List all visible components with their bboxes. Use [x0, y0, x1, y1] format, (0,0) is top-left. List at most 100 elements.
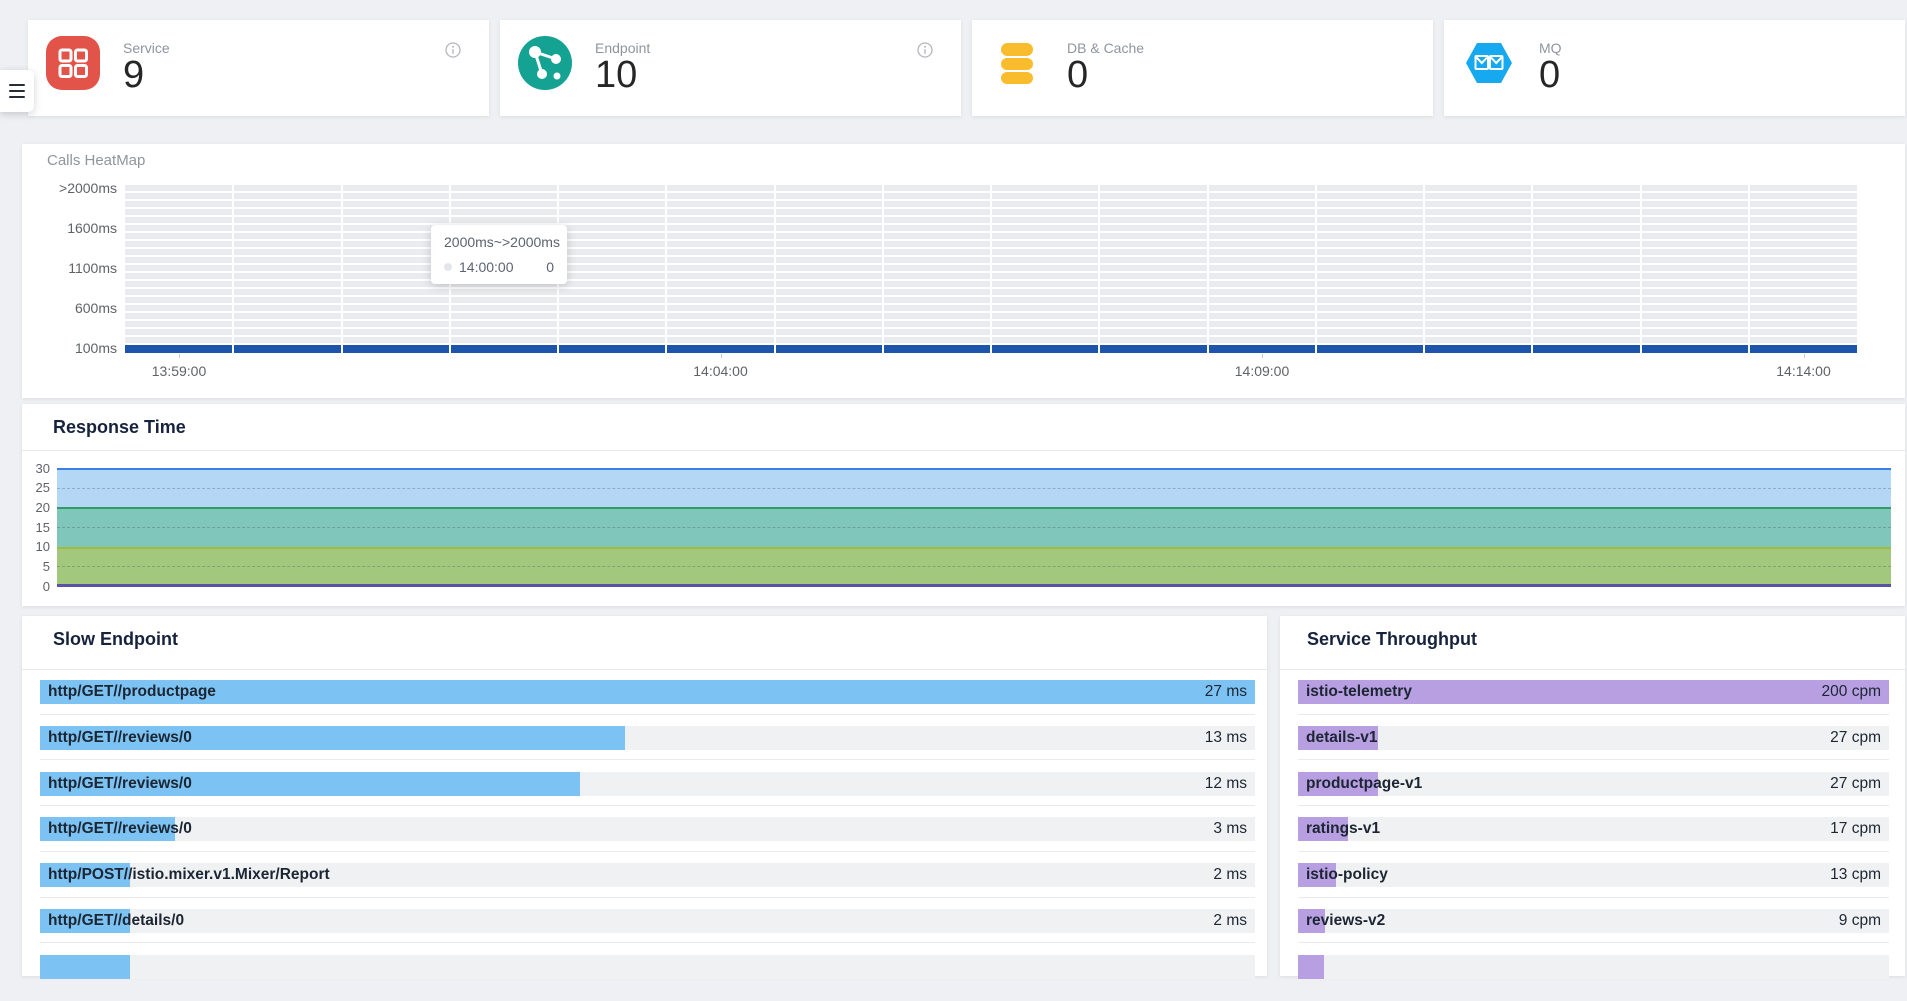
slow-endpoint-title: Slow Endpoint	[53, 629, 178, 650]
bar	[40, 680, 1255, 704]
axis-tick	[721, 354, 722, 358]
bar-label: http/POST//istio.mixer.v1.Mixer/Report	[48, 863, 330, 887]
dashboard-page: { "page": { "background": "#eef0f3" }, "…	[0, 0, 1907, 958]
bar-value: 13 cpm	[1830, 863, 1881, 887]
service-throughput-panel: Service Throughput istio-telemetry 200 cp…	[1280, 616, 1905, 976]
heatmap-column-gap	[341, 185, 343, 353]
heatmap-column-gap	[1098, 185, 1100, 353]
service-row: details-v1 27 cpm	[1298, 726, 1889, 750]
gridline	[57, 488, 1891, 489]
heatmap-y-label: 100ms	[22, 340, 117, 356]
heatmap-x-label: 14:09:00	[1202, 363, 1322, 379]
axis-tick	[1804, 354, 1805, 358]
gridline	[57, 566, 1891, 567]
endpoint-row: http/GET//reviews/012 ms	[40, 772, 1255, 796]
service-grid-icon	[46, 36, 100, 90]
bar-label: reviews-v2	[1306, 909, 1385, 933]
service-row: istio-telemetry 200 cpm	[1298, 680, 1889, 704]
divider	[22, 669, 1267, 670]
bar-label: http/GET//details/0	[48, 909, 184, 933]
service-row: ratings-v1 17 cpm	[1298, 817, 1889, 841]
bar-value: 27 cpm	[1830, 726, 1881, 750]
calls-heatmap-title: Calls HeatMap	[47, 152, 145, 169]
calls-heatmap-panel: Calls HeatMap 2000ms~>2000ms 14:00:00 0 …	[22, 144, 1905, 398]
response-time-y-label: 5	[22, 559, 50, 574]
tooltip-bucket-range: 2000ms~>2000ms	[444, 234, 554, 250]
bar-label: ratings-v1	[1306, 817, 1380, 841]
heatmap-plot[interactable]	[125, 185, 1857, 353]
bar-track	[1298, 726, 1889, 750]
heatmap-x-label: 14:04:00	[661, 363, 781, 379]
bar-label: http/GET//reviews/0	[48, 817, 192, 841]
endpoint-row: http/GET//reviews/0 3 ms	[40, 817, 1255, 841]
heatmap-y-label: 1600ms	[22, 220, 117, 236]
bar-value: 27 ms	[1205, 680, 1247, 704]
heatmap-y-label: 1100ms	[22, 260, 117, 276]
response-time-y-label: 10	[22, 539, 50, 554]
heatmap-column-gap	[882, 185, 884, 353]
endpoint-row: http/GET//productpage27 ms	[40, 680, 1255, 704]
axis-tick	[179, 354, 180, 358]
bar-value: 12 ms	[1205, 772, 1247, 796]
mq-card-value: 0	[1539, 54, 1560, 97]
response-time-y-label: 20	[22, 500, 50, 515]
heatmap-x-label: 14:14:00	[1744, 363, 1864, 379]
gridline	[57, 527, 1891, 528]
bar-track	[1298, 909, 1889, 933]
bar-track	[40, 817, 1255, 841]
bar-value: 200 cpm	[1822, 680, 1881, 704]
response-time-title: Response Time	[53, 417, 186, 438]
info-icon[interactable]	[445, 42, 461, 58]
bar-track	[40, 909, 1255, 933]
heatmap-column-gap	[1423, 185, 1425, 353]
service-card: Service 9	[28, 20, 489, 116]
endpoint-card-value: 10	[595, 54, 637, 97]
heatmap-y-label: 600ms	[22, 300, 117, 316]
endpoint-row: http/GET//details/0 2 ms	[40, 909, 1255, 933]
bar-track	[40, 955, 1255, 979]
bar-value: 2 ms	[1213, 863, 1247, 887]
tooltip-time: 14:00:00	[459, 259, 514, 275]
heatmap-y-label: >2000ms	[22, 180, 117, 196]
response-time-y-label: 0	[22, 579, 50, 594]
bar-track	[1298, 817, 1889, 841]
info-icon[interactable]	[917, 42, 933, 58]
response-time-y-label: 25	[22, 480, 50, 495]
bar-value: 17 cpm	[1830, 817, 1881, 841]
bar-value: 2 ms	[1213, 909, 1247, 933]
heatmap-column-gap	[774, 185, 776, 353]
mq-hexagon-icon	[1462, 36, 1516, 90]
service-throughput-title: Service Throughput	[1307, 629, 1477, 650]
endpoint-network-icon	[518, 36, 572, 90]
endpoint-row: http/POST//istio.mixer.v1.Mixer/Report 2 …	[40, 863, 1255, 887]
bar-label: productpage-v1	[1306, 772, 1422, 796]
bar-value: 9 cpm	[1839, 909, 1881, 933]
slow-endpoint-panel: Slow Endpoint http/GET//productpage27 ms…	[22, 616, 1267, 976]
bar-value: 3 ms	[1213, 817, 1247, 841]
endpoint-card: Endpoint 10	[500, 20, 961, 116]
db-cache-card: DB & Cache 0	[972, 20, 1433, 116]
divider	[22, 450, 1905, 451]
bar-label: istio-telemetry	[1306, 680, 1412, 704]
heatmap-column-gap	[665, 185, 667, 353]
tooltip-series-dot	[444, 263, 452, 271]
divider	[1280, 669, 1905, 670]
response-time-y-label: 30	[22, 461, 50, 476]
service-throughput-rows: istio-telemetry 200 cpm details-v1 27 cpm pr…	[1298, 680, 1889, 1001]
service-row: istio-policy13 cpm	[1298, 863, 1889, 887]
response-time-panel: Response Time 302520151050	[22, 404, 1905, 606]
service-row: reviews-v2 9 cpm	[1298, 909, 1889, 933]
bar-label: details-v1	[1306, 726, 1378, 750]
response-time-plot[interactable]	[57, 468, 1891, 586]
bar-value: 27 cpm	[1830, 772, 1881, 796]
menu-toggle-button[interactable]	[0, 70, 34, 112]
heatmap-column-gap	[1315, 185, 1317, 353]
heatmap-column-gap	[1748, 185, 1750, 353]
bar-track	[1298, 955, 1889, 979]
bar-label: http/GET//reviews/0	[48, 726, 192, 750]
mq-card: MQ 0	[1444, 20, 1905, 116]
endpoint-row: http/GET//reviews/013 ms	[40, 726, 1255, 750]
endpoint-row-partial	[40, 955, 1255, 979]
heatmap-column-gap	[990, 185, 992, 353]
tooltip-value: 0	[546, 259, 554, 275]
